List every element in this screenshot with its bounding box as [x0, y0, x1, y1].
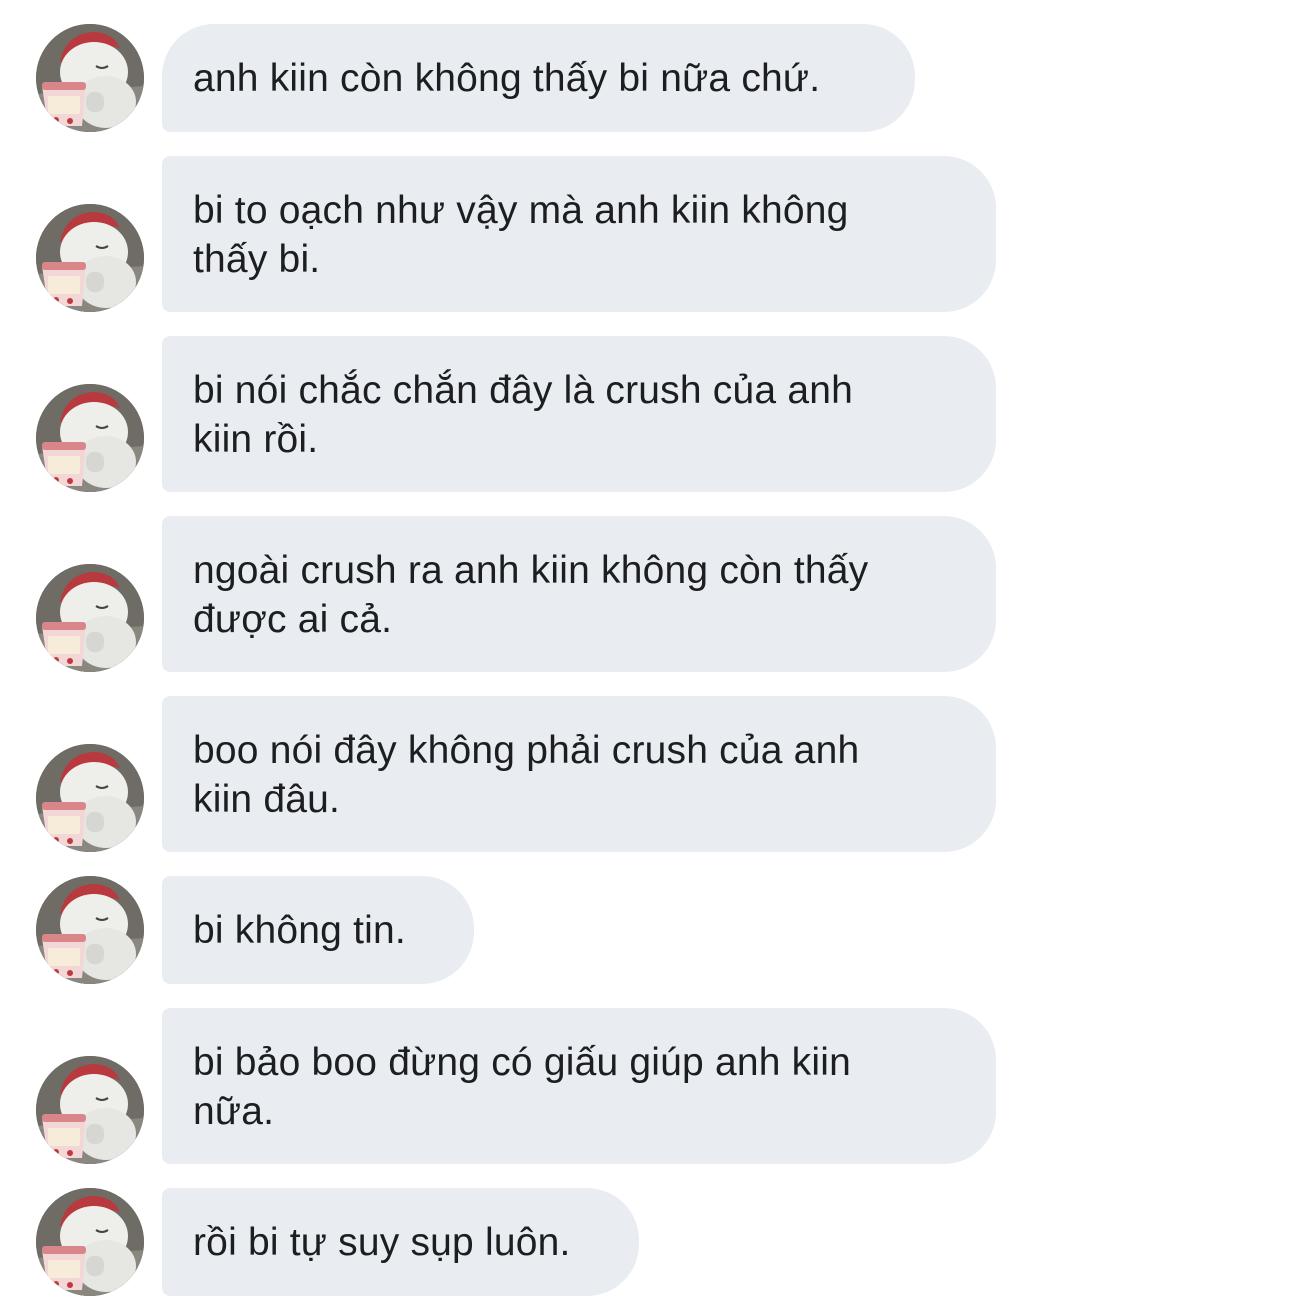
polar-bear-icon — [36, 876, 144, 984]
sender-avatar[interactable] — [36, 1188, 144, 1296]
polar-bear-icon — [36, 24, 144, 132]
polar-bear-icon — [36, 1188, 144, 1296]
polar-bear-icon — [36, 1056, 144, 1164]
sender-avatar[interactable] — [36, 744, 144, 852]
message-bubble[interactable]: rồi bi tự suy sụp luôn. — [162, 1188, 639, 1296]
polar-bear-icon — [36, 564, 144, 672]
message-bubble[interactable]: bi nói chắc chắn đây là crush của anh ki… — [162, 336, 996, 492]
sender-avatar[interactable] — [36, 204, 144, 312]
polar-bear-icon — [36, 384, 144, 492]
message-bubble[interactable]: ngoài crush ra anh kiin không còn thấy đ… — [162, 516, 996, 672]
polar-bear-icon — [36, 744, 144, 852]
sender-avatar[interactable] — [36, 384, 144, 492]
message-bubble[interactable]: bi bảo boo đừng có giấu giúp anh kiin nữ… — [162, 1008, 996, 1164]
message-bubble[interactable]: anh kiin còn không thấy bi nữa chứ. — [162, 24, 915, 132]
sender-avatar[interactable] — [36, 876, 144, 984]
polar-bear-icon — [36, 204, 144, 312]
sender-avatar[interactable] — [36, 1056, 144, 1164]
message-bubble[interactable]: boo nói đây không phải crush của anh kii… — [162, 696, 996, 852]
message-bubble[interactable]: bi to oạch như vậy mà anh kiin không thấ… — [162, 156, 996, 312]
sender-avatar[interactable] — [36, 564, 144, 672]
message-bubble[interactable]: bi không tin. — [162, 876, 474, 984]
sender-avatar[interactable] — [36, 24, 144, 132]
